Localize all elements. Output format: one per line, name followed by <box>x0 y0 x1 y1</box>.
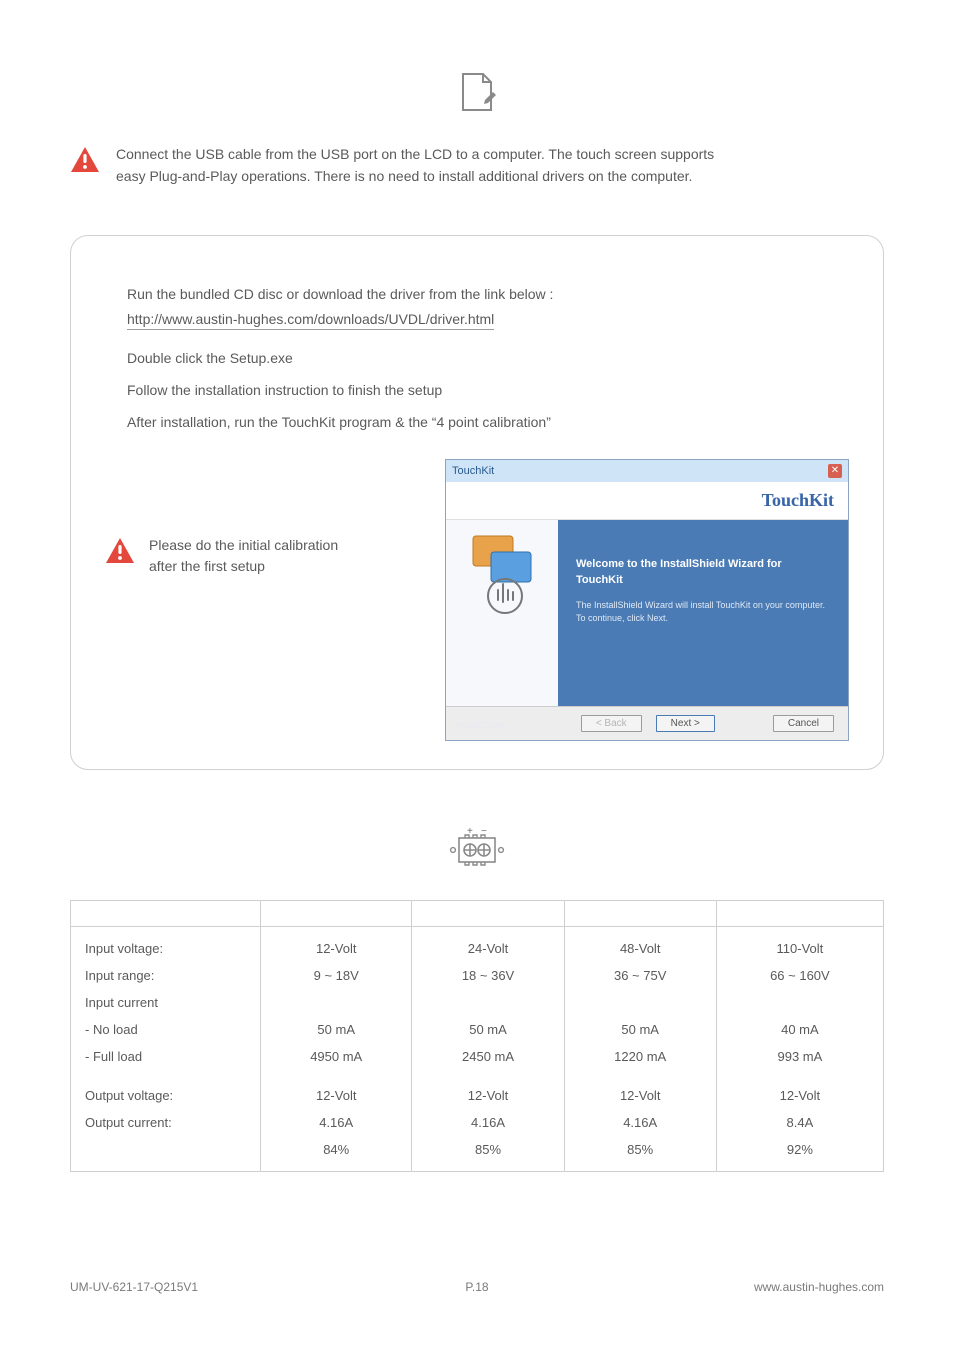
touchkit-titlebar: TouchKit <box>452 465 494 477</box>
cell: 110-Volt <box>716 926 883 962</box>
cell: 50 mA <box>261 1016 412 1043</box>
power-spec-table: Input voltage: 12-Volt 24-Volt 48-Volt 1… <box>70 900 884 1172</box>
footer-url: www.austin-hughes.com <box>754 1280 884 1294</box>
back-button[interactable]: < Back <box>581 715 642 732</box>
row-input-range: Input range: <box>71 962 261 989</box>
terminal-block-icon: + − <box>445 826 509 874</box>
cell: 18 ~ 36V <box>412 962 564 989</box>
next-button[interactable]: Next > <box>656 715 715 732</box>
touchkit-graphic-icon <box>467 534 537 618</box>
cell: 4.16A <box>261 1109 412 1136</box>
usb-info-note: Connect the USB cable from the USB port … <box>70 144 884 187</box>
cell: 12-Volt <box>716 1082 883 1109</box>
step-3: Follow the installation instruction to f… <box>127 380 849 400</box>
row-no-load: - No load <box>71 1016 261 1043</box>
cell: 48-Volt <box>564 926 716 962</box>
driver-url[interactable]: http://www.austin-hughes.com/downloads/U… <box>127 311 494 330</box>
cell: 85% <box>412 1136 564 1172</box>
cell: 9 ~ 18V <box>261 962 412 989</box>
cell: 12-Volt <box>261 1082 412 1109</box>
row-full-load: - Full load <box>71 1043 261 1082</box>
page-footer: UM-UV-621-17-Q215V1 P.18 www.austin-hugh… <box>70 1280 884 1294</box>
cell: 8.4A <box>716 1109 883 1136</box>
cell: 85% <box>564 1136 716 1172</box>
cell: 4950 mA <box>261 1043 412 1082</box>
step-2: Double click the Setup.exe <box>127 348 849 368</box>
touchkit-brand: TouchKit <box>762 490 834 510</box>
cell: 66 ~ 160V <box>716 962 883 989</box>
row-output-voltage: Output voltage: <box>71 1082 261 1109</box>
cell: 50 mA <box>564 1016 716 1043</box>
intro-line1: Connect the USB cable from the USB port … <box>116 144 714 166</box>
row-output-current: Output current: <box>71 1109 261 1136</box>
cancel-button[interactable]: Cancel <box>773 715 834 732</box>
cell: 84% <box>261 1136 412 1172</box>
cell: 24-Volt <box>412 926 564 962</box>
calibration-line2: after the first setup <box>149 556 338 577</box>
cell: 12-Volt <box>412 1082 564 1109</box>
cell: 2450 mA <box>412 1043 564 1082</box>
touchkit-subtext: The InstallShield Wizard will install To… <box>576 599 830 626</box>
touchkit-dialog: TouchKit ✕ TouchKit <box>445 459 849 741</box>
intro-line2: easy Plug-and-Play operations. There is … <box>116 166 714 188</box>
close-icon[interactable]: ✕ <box>828 464 842 478</box>
cell: 4.16A <box>564 1109 716 1136</box>
footer-doc-id: UM-UV-621-17-Q215V1 <box>70 1280 198 1294</box>
cell: 4.16A <box>412 1109 564 1136</box>
installshield-label: InstallShield <box>456 720 505 730</box>
cell: 40 mA <box>716 1016 883 1043</box>
cell: 993 mA <box>716 1043 883 1082</box>
cell: 50 mA <box>412 1016 564 1043</box>
cell: 92% <box>716 1136 883 1172</box>
touchkit-heading: Welcome to the InstallShield Wizard for … <box>576 556 830 589</box>
document-pen-icon <box>455 70 499 114</box>
alert-icon <box>105 537 135 565</box>
cell: 12-Volt <box>564 1082 716 1109</box>
step-1: Run the bundled CD disc or download the … <box>127 284 849 304</box>
step-4: After installation, run the TouchKit pro… <box>127 412 849 432</box>
cell: 1220 mA <box>564 1043 716 1082</box>
row-input-current: Input current <box>71 989 261 1016</box>
install-panel: Run the bundled CD disc or download the … <box>70 235 884 769</box>
footer-page-number: P.18 <box>465 1280 488 1294</box>
alert-icon <box>70 146 100 174</box>
cell: 12-Volt <box>261 926 412 962</box>
calibration-line1: Please do the initial calibration <box>149 535 338 556</box>
row-input-voltage: Input voltage: <box>71 926 261 962</box>
cell: 36 ~ 75V <box>564 962 716 989</box>
